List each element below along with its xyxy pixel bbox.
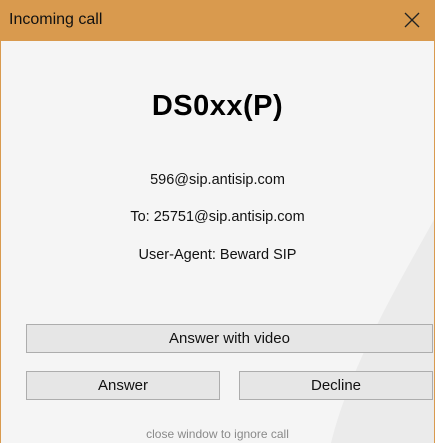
caller-name: DS0xx(P) <box>151 90 284 122</box>
title-bar: Incoming call <box>1 0 434 41</box>
window-title: Incoming call <box>9 11 103 28</box>
callee-address: To: 25751@sip.antisip.com <box>130 209 305 225</box>
caller-address: 596@sip.antisip.com <box>150 172 285 188</box>
close-icon <box>404 12 420 28</box>
user-agent: User-Agent: Beward SIP <box>138 247 297 263</box>
incoming-call-window: Incoming call DS0xx(P) 596@sip.antisip.c… <box>0 0 435 443</box>
ignore-call-hint: close window to ignore call <box>146 427 289 441</box>
close-button[interactable] <box>390 0 434 41</box>
answer-with-video-button[interactable]: Answer with video <box>26 324 433 353</box>
decline-button[interactable]: Decline <box>239 371 433 400</box>
answer-button[interactable]: Answer <box>26 371 220 400</box>
